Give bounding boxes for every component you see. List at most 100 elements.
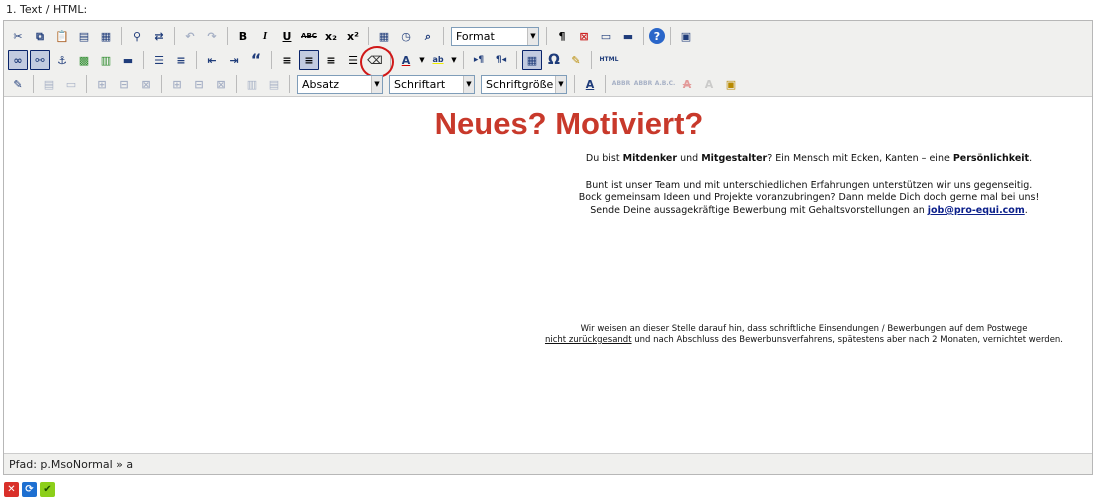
underline-button[interactable]: U xyxy=(277,26,297,46)
toolbar-separator xyxy=(174,27,175,45)
toolbar-separator xyxy=(236,75,237,93)
anchor-icon[interactable]: ⚓ xyxy=(52,50,72,70)
chevron-down-icon[interactable]: ▼ xyxy=(418,50,426,70)
link-icon[interactable]: ∞ xyxy=(8,50,28,70)
layer-icon[interactable]: ▭ xyxy=(596,26,616,46)
blockquote-button[interactable]: “ xyxy=(246,50,266,70)
align-right-icon[interactable]: ≡ xyxy=(321,50,341,70)
italic-button[interactable]: I xyxy=(255,26,275,46)
cleanup-icon[interactable]: ✎ xyxy=(566,50,586,70)
action-buttons: ✕ ⟳ ✔ xyxy=(4,482,55,497)
text-span: und xyxy=(677,153,702,164)
clock-icon[interactable]: ◷ xyxy=(396,26,416,46)
media-icon[interactable]: ▥ xyxy=(96,50,116,70)
replace-icon[interactable]: ⇄ xyxy=(149,26,169,46)
text-span: und nach Abschluss des Bewerbunsverfahre… xyxy=(631,335,1064,345)
help-icon[interactable]: ? xyxy=(649,28,665,44)
chevron-down-icon: ▼ xyxy=(371,75,382,93)
align-left-icon[interactable]: ≡ xyxy=(277,50,297,70)
split-cells-icon[interactable]: ▥ xyxy=(242,74,262,94)
paragraph-marks-button[interactable]: ¶ xyxy=(552,26,572,46)
format-select[interactable]: Format ▼ xyxy=(451,26,539,46)
fullscreen-icon[interactable]: ▣ xyxy=(676,26,696,46)
hr-icon[interactable]: ▬ xyxy=(118,50,138,70)
bullet-list-icon[interactable]: ☰ xyxy=(149,50,169,70)
chevron-down-icon[interactable]: ▼ xyxy=(450,50,458,70)
remove-formatting-icon[interactable]: ⊠ xyxy=(574,26,594,46)
insert-col-before-icon[interactable]: ⊞ xyxy=(167,74,187,94)
table-icon[interactable]: ▦ xyxy=(522,50,542,70)
preview-icon[interactable]: ⌕ xyxy=(418,26,438,46)
rtl-icon[interactable]: ¶◂ xyxy=(491,50,511,70)
toolbar-row-3: ✎ ▤ ▭ ⊞ ⊟ ⊠ ⊞ ⊟ ⊠ ▥ ▤ Absatz ▼ Schriftar… xyxy=(8,73,741,95)
toolbar-separator xyxy=(271,51,272,69)
insert-col-after-icon[interactable]: ⊟ xyxy=(189,74,209,94)
insert-row-after-icon[interactable]: ⊟ xyxy=(114,74,134,94)
refresh-icon[interactable]: ⟳ xyxy=(22,482,37,497)
align-center-icon[interactable]: ≡ xyxy=(299,50,319,70)
table-props-icon[interactable]: ▤ xyxy=(39,74,59,94)
toolbar-separator xyxy=(643,27,644,45)
redo-icon[interactable]: ↷ xyxy=(202,26,222,46)
paste-text-icon[interactable]: ▤ xyxy=(74,26,94,46)
font-family-select[interactable]: Schriftart ▼ xyxy=(389,74,475,94)
email-link[interactable]: job@pro-equi.com xyxy=(928,205,1025,216)
bold-button[interactable]: B xyxy=(233,26,253,46)
font-size-select[interactable]: Schriftgröße ▼ xyxy=(481,74,567,94)
delete-text-icon[interactable]: A xyxy=(677,74,697,94)
close-icon[interactable]: ✕ xyxy=(4,482,19,497)
indent-icon[interactable]: ⇥ xyxy=(224,50,244,70)
special-char-button[interactable]: Ω xyxy=(544,50,564,70)
cut-icon[interactable]: ✂ xyxy=(8,26,28,46)
font-family-value: Schriftart xyxy=(394,77,446,91)
background-color-icon[interactable]: ab xyxy=(428,50,448,70)
subscript-button[interactable]: x₂ xyxy=(321,26,341,46)
status-path-bar: Pfad: p.MsoNormal » a xyxy=(4,453,1092,474)
delete-col-icon[interactable]: ⊠ xyxy=(211,74,231,94)
abbr-icon[interactable]: ABBR xyxy=(633,74,653,94)
editor-content-area[interactable]: Neues? Motiviert? Du bist Mitdenker und … xyxy=(4,98,1092,454)
unlink-icon[interactable]: ⚯ xyxy=(30,50,50,70)
text-bold: Persönlichkeit xyxy=(952,153,1030,164)
ltr-icon[interactable]: ▸¶ xyxy=(469,50,489,70)
toolbar-separator xyxy=(463,51,464,69)
styles-icon[interactable]: A xyxy=(580,74,600,94)
chevron-down-icon: ▼ xyxy=(555,75,566,93)
toolbar-separator xyxy=(605,75,606,93)
font-size-value: Schriftgröße xyxy=(486,77,554,91)
eraser-icon[interactable]: ⌫ xyxy=(360,46,394,78)
field-label: 1. Text / HTML: xyxy=(6,3,88,16)
edit-icon[interactable]: ✎ xyxy=(8,74,28,94)
find-icon[interactable]: ⚲ xyxy=(127,26,147,46)
text-line: nicht zurückgesandt und nach Abschluss d… xyxy=(444,335,1092,346)
superscript-button[interactable]: x² xyxy=(343,26,363,46)
strikethrough-button[interactable]: ABC xyxy=(299,26,319,46)
numbered-list-icon[interactable]: ≡ xyxy=(171,50,191,70)
html-source-button[interactable]: HTML xyxy=(597,50,621,70)
delete-row-icon[interactable]: ⊠ xyxy=(136,74,156,94)
attributes-icon[interactable]: ▣ xyxy=(721,74,741,94)
insert-row-before-icon[interactable]: ⊞ xyxy=(92,74,112,94)
font-color-icon[interactable]: A xyxy=(396,50,416,70)
text-span: Sende Deine aussagekräftige Bewerbung mi… xyxy=(590,205,928,216)
text-span: ? Ein Mensch mit Ecken, Kanten – eine xyxy=(767,153,953,164)
outdent-icon[interactable]: ⇤ xyxy=(202,50,222,70)
cite-icon[interactable]: ABBR xyxy=(611,74,631,94)
cell-props-icon[interactable]: ▭ xyxy=(61,74,81,94)
image-icon[interactable]: ▩ xyxy=(74,50,94,70)
merge-cells-icon[interactable]: ▤ xyxy=(264,74,284,94)
undo-icon[interactable]: ↶ xyxy=(180,26,200,46)
horizontal-rule-icon[interactable]: ▬ xyxy=(618,26,638,46)
block-format-select[interactable]: Absatz ▼ xyxy=(297,74,383,94)
block-format-value: Absatz xyxy=(302,77,340,91)
paste-icon[interactable]: 📋 xyxy=(52,26,72,46)
text-line: Bock gemeinsam Ideen und Projekte voranz… xyxy=(578,192,1040,203)
calendar-icon[interactable]: ▦ xyxy=(374,26,394,46)
checkmark-icon[interactable]: ✔ xyxy=(40,482,55,497)
insert-text-icon[interactable]: A xyxy=(699,74,719,94)
copy-icon[interactable]: ⧉ xyxy=(30,26,50,46)
acronym-icon[interactable]: A.B.C. xyxy=(655,74,676,94)
toolbar-separator xyxy=(289,75,290,93)
rich-text-editor: ✂ ⧉ 📋 ▤ ▦ ⚲ ⇄ ↶ ↷ B I U ABC x₂ x² ▦ ◷ ⌕ … xyxy=(3,20,1093,475)
paste-word-icon[interactable]: ▦ xyxy=(96,26,116,46)
